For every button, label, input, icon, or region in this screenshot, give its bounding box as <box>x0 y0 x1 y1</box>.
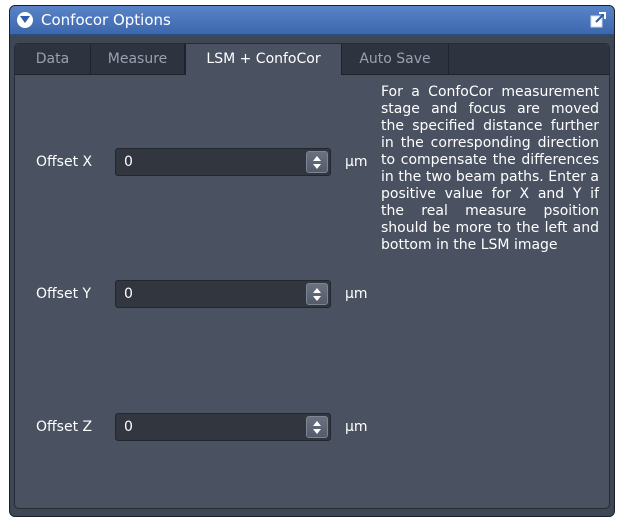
tab-lsm-confocor[interactable]: LSM + ConfoCor <box>185 44 342 75</box>
spin-arrows-icon[interactable] <box>306 416 328 438</box>
window-title: Confocor Options <box>41 11 171 29</box>
tab-auto-save[interactable]: Auto Save <box>342 44 449 74</box>
offset-y-spinbox[interactable]: 0 <box>115 280 331 308</box>
options-panel: Data Measure LSM + ConfoCor Auto Save Of… <box>14 43 610 509</box>
offset-x-label: Offset X <box>36 154 93 170</box>
tab-measure[interactable]: Measure <box>91 44 185 74</box>
confocor-options-window: Confocor Options Data Measure LSM + Conf… <box>9 5 615 517</box>
offset-y-label: Offset Y <box>36 286 92 302</box>
offset-x-spinbox[interactable]: 0 <box>115 148 331 176</box>
offset-x-value[interactable]: 0 <box>124 149 133 175</box>
offset-z-label: Offset Z <box>36 419 93 435</box>
title-bar: Confocor Options <box>10 6 614 35</box>
offset-z-spinbox[interactable]: 0 <box>115 413 331 441</box>
tab-data[interactable]: Data <box>15 44 91 74</box>
offset-z-unit: µm <box>345 419 368 435</box>
offset-x-unit: µm <box>345 154 368 170</box>
spin-arrows-icon[interactable] <box>306 151 328 173</box>
tab-bar: Data Measure LSM + ConfoCor Auto Save <box>15 44 609 75</box>
undock-icon[interactable] <box>590 12 606 28</box>
help-text: For a ConfoCor measurement stage and foc… <box>381 84 599 253</box>
offset-y-value[interactable]: 0 <box>124 281 133 307</box>
chevron-down-icon[interactable] <box>17 12 33 28</box>
spin-arrows-icon[interactable] <box>306 283 328 305</box>
offset-z-value[interactable]: 0 <box>124 414 133 440</box>
offset-y-unit: µm <box>345 286 368 302</box>
